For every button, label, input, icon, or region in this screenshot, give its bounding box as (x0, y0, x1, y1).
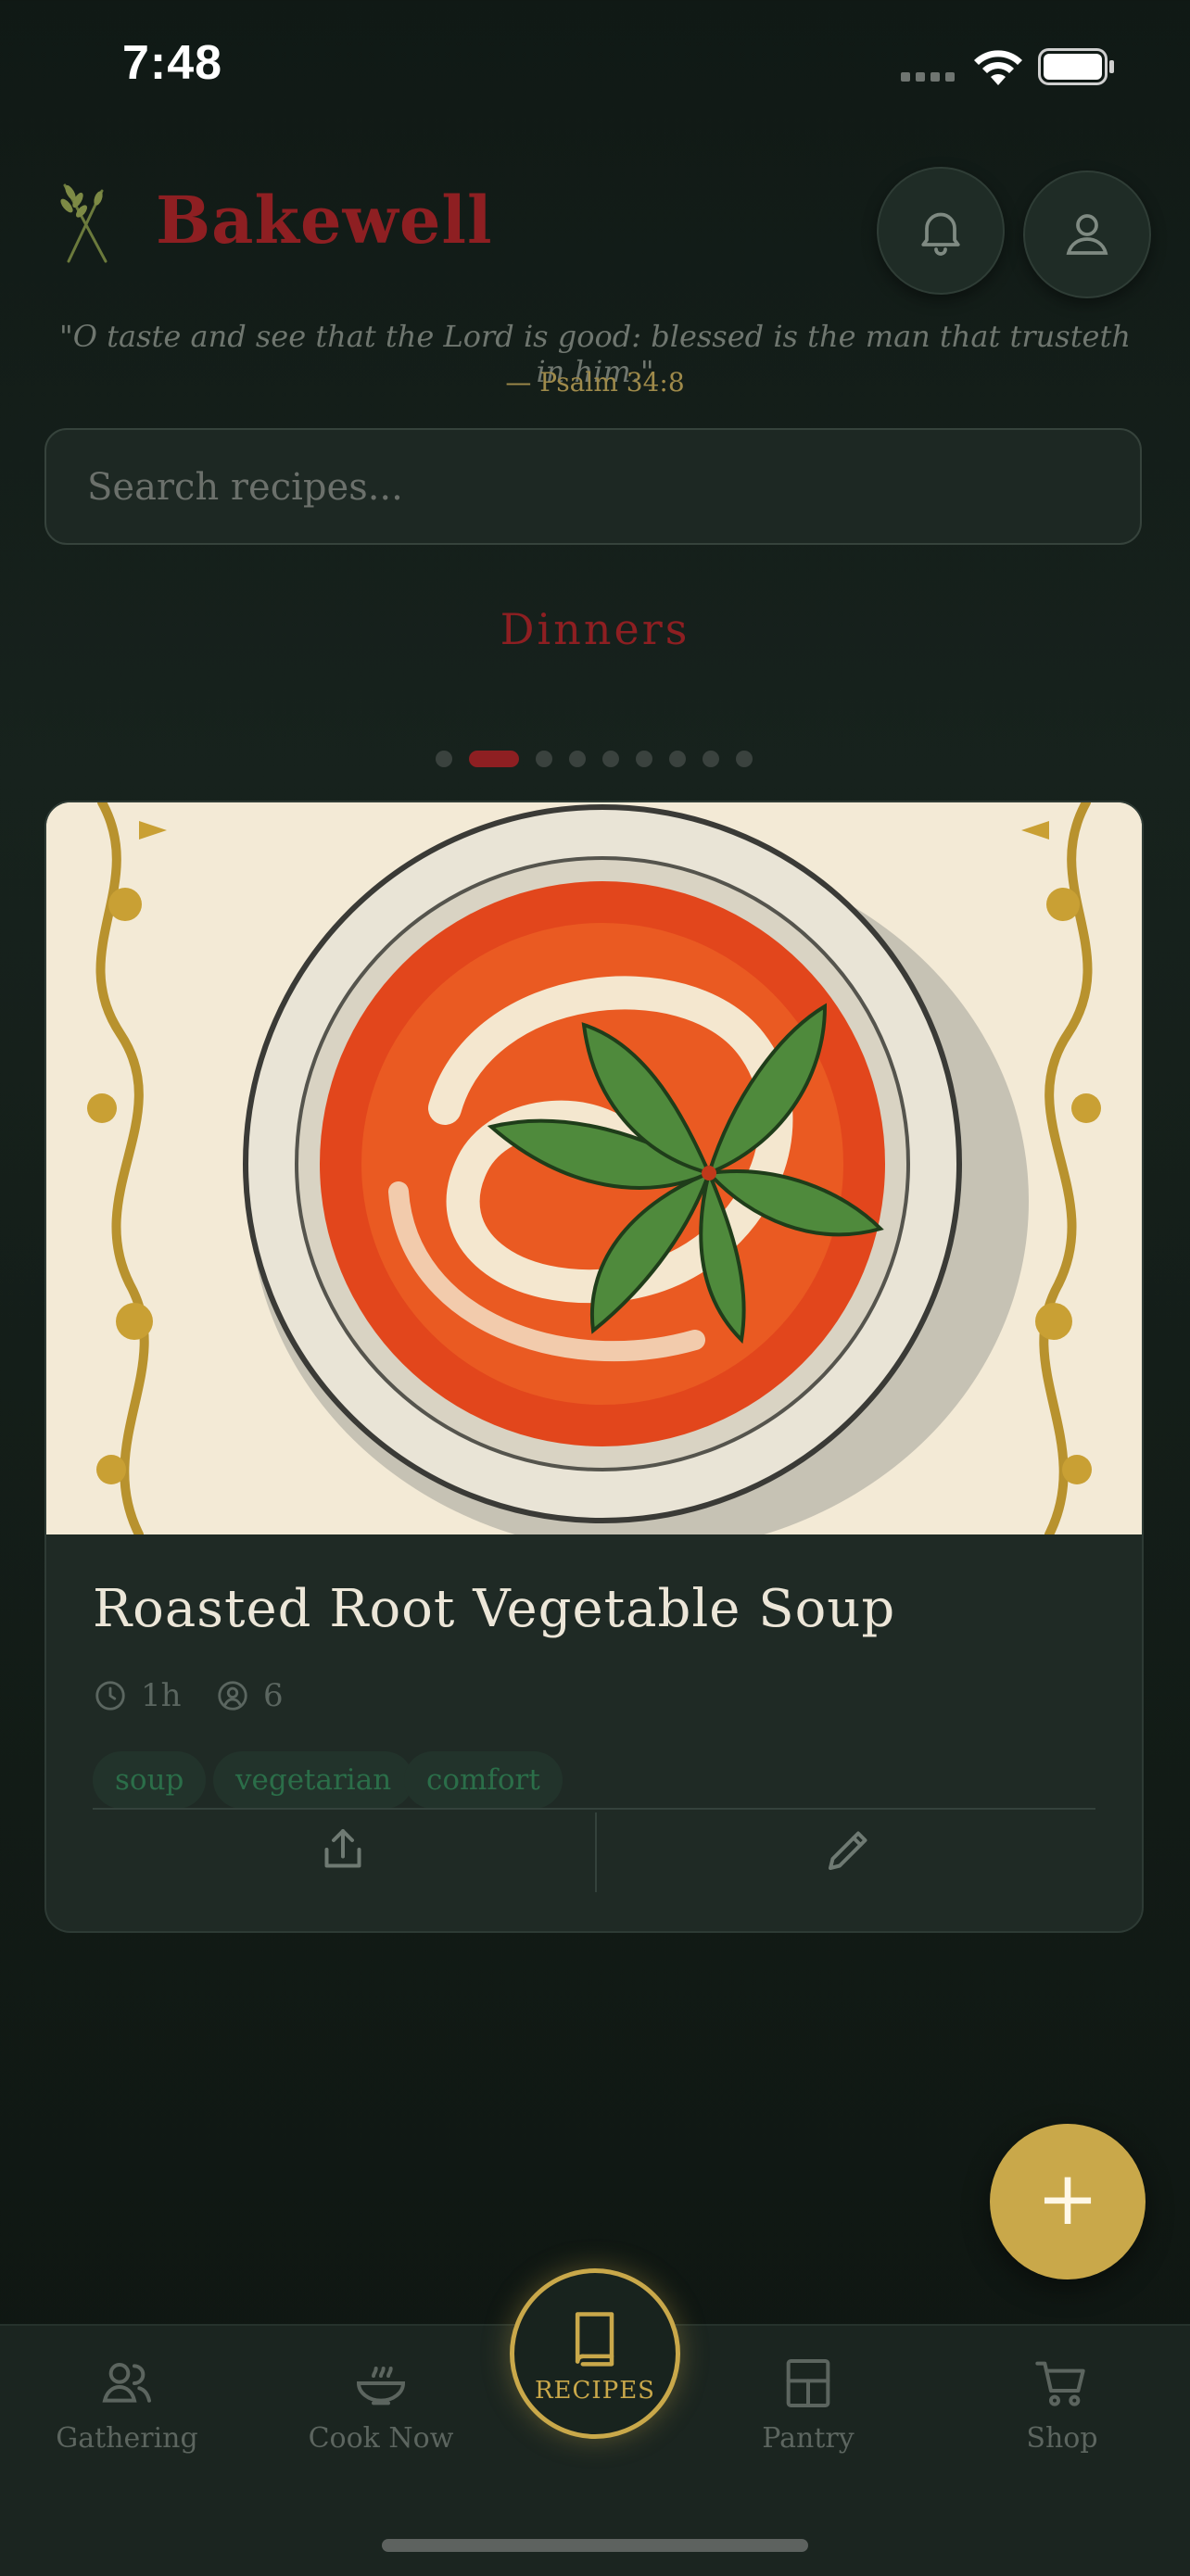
app-brand-title: Bakewell (156, 182, 493, 259)
book-icon (575, 2312, 614, 2367)
card-divider (93, 1808, 1095, 1810)
battery-icon (1038, 48, 1114, 85)
edit-pencil-icon[interactable] (821, 1822, 877, 1877)
tab-pantry-label: Pantry (762, 2422, 855, 2455)
cellular-signal-icon (901, 72, 956, 83)
carousel-dot[interactable] (569, 751, 586, 767)
tab-pantry[interactable]: Pantry (715, 2354, 901, 2455)
tag-chip[interactable]: comfort (404, 1751, 563, 1809)
tab-gathering[interactable]: Gathering (34, 2354, 220, 2455)
carousel-dot[interactable] (602, 751, 619, 767)
plus-icon: + (1036, 2155, 1099, 2241)
tab-recipes[interactable]: RECIPES (510, 2268, 680, 2439)
carousel-dot[interactable] (536, 751, 552, 767)
recipe-card[interactable]: Roasted Root Vegetable Soup 1h 6 soup ve… (44, 801, 1144, 1933)
profile-button[interactable] (1023, 170, 1151, 298)
search-bar[interactable] (44, 428, 1142, 545)
wifi-icon (974, 50, 1022, 85)
tab-gathering-label: Gathering (56, 2422, 198, 2455)
servings-user-icon (218, 1681, 247, 1711)
search-input[interactable] (85, 430, 1108, 545)
bell-icon (921, 212, 960, 256)
card-action-divider (595, 1812, 597, 1892)
wheat-logo-icon (60, 183, 108, 263)
servings-value: 6 (263, 1677, 284, 1714)
recipe-image (46, 802, 1142, 1534)
add-recipe-button[interactable]: + (990, 2124, 1146, 2279)
tab-cook-now[interactable]: Cook Now (288, 2354, 474, 2455)
tag-chip[interactable]: soup (93, 1751, 207, 1809)
tag-chip[interactable]: vegetarian (213, 1751, 414, 1809)
user-icon (1066, 214, 1108, 255)
home-indicator[interactable] (382, 2539, 808, 2552)
tab-cook-now-label: Cook Now (308, 2422, 454, 2455)
recipe-title: Roasted Root Vegetable Soup (93, 1579, 896, 1639)
tab-shop[interactable]: Shop (969, 2354, 1155, 2455)
servings: 6 (215, 1677, 284, 1714)
people-icon (102, 2363, 151, 2403)
scripture-reference: — Psalm 34:8 (505, 367, 685, 398)
carousel-dot-active[interactable] (469, 751, 519, 767)
carousel-dot[interactable] (703, 751, 719, 767)
carousel-dot[interactable] (736, 751, 753, 767)
section-title: Dinners (500, 604, 690, 654)
status-time: 7:48 (122, 36, 223, 90)
carousel-dot[interactable] (436, 751, 452, 767)
tab-shop-label: Shop (1026, 2422, 1098, 2455)
share-icon[interactable] (315, 1822, 371, 1877)
cart-icon (1035, 2361, 1085, 2406)
notifications-button[interactable] (877, 167, 1005, 295)
clock-icon (95, 1681, 125, 1711)
bowl-icon (356, 2367, 406, 2406)
pantry-icon (786, 2359, 830, 2407)
cook-time-value: 1h (141, 1677, 182, 1714)
carousel-dot[interactable] (669, 751, 686, 767)
cook-time: 1h (93, 1677, 182, 1714)
tab-recipes-label: RECIPES (534, 2377, 655, 2405)
carousel-dot[interactable] (636, 751, 652, 767)
